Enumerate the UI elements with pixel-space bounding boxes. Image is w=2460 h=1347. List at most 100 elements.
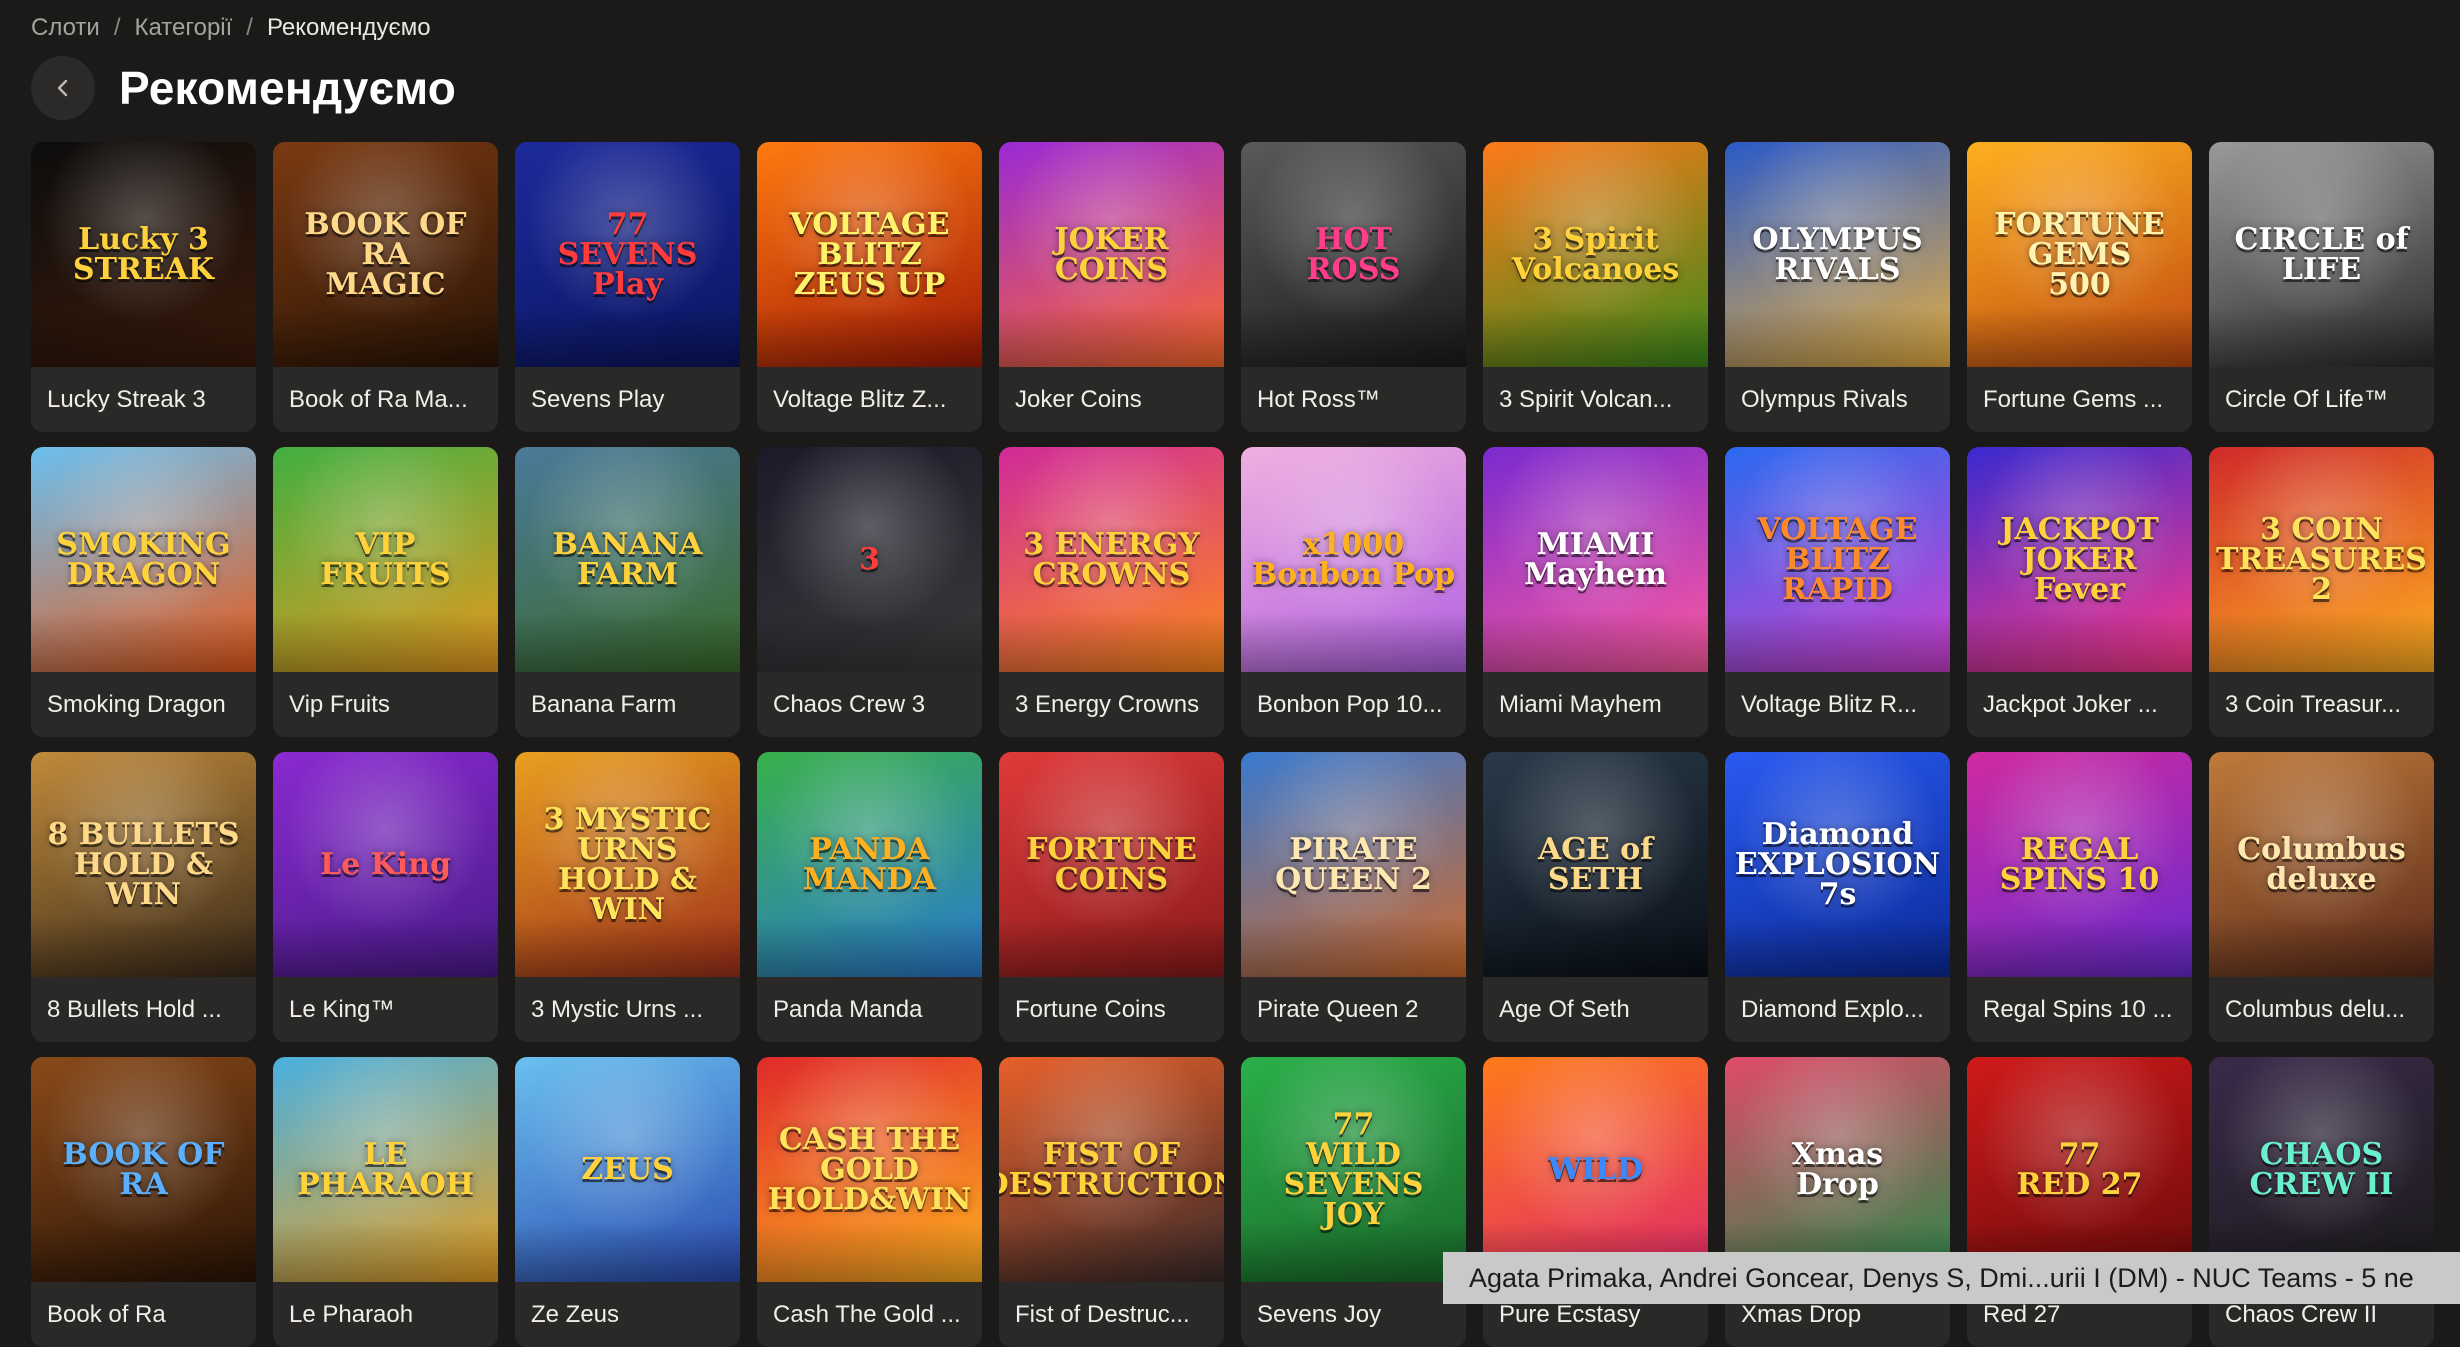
game-title: Cash The Gold ... [773, 1301, 961, 1328]
game-title: 3 Coin Treasur... [2225, 691, 2402, 718]
game-card[interactable]: 3 Spirit Volcanoes 3 Spirit Volcan... [1483, 142, 1708, 432]
game-thumbnail: BANANA FARM [515, 447, 740, 672]
game-title: 8 Bullets Hold ... [47, 996, 222, 1023]
game-title: Joker Coins [1015, 386, 1142, 413]
chevron-left-icon [57, 79, 68, 97]
game-card[interactable]: FORTUNE COINS Fortune Coins [999, 752, 1224, 1042]
game-card[interactable]: BOOK OF RA MAGIC Book of Ra Ma... [273, 142, 498, 432]
game-thumbnail: HOT ROSS [1241, 142, 1466, 367]
game-title: Olympus Rivals [1741, 386, 1908, 413]
game-logo: VOLTAGE BLITZ ZEUS UP [789, 206, 950, 302]
game-thumbnail: 77 SEVENS Play [515, 142, 740, 367]
game-title: Sevens Joy [1257, 1301, 1382, 1328]
game-title: Chaos Crew 3 [773, 691, 926, 718]
game-thumbnail: VIP FRUITS [273, 447, 498, 672]
game-logo: LE PHARAOH [297, 1136, 474, 1202]
game-card[interactable]: PIRATE QUEEN 2 Pirate Queen 2 [1241, 752, 1466, 1042]
game-card[interactable]: FIST OF DESTRUCTION Fist of Destruc... [999, 1057, 1224, 1347]
game-card[interactable]: AGE of SETH Age Of Seth [1483, 752, 1708, 1042]
game-card[interactable]: VOLTAGE BLITZ ZEUS UP Voltage Blitz Z... [757, 142, 982, 432]
game-card[interactable]: 3 MYSTIC URNS HOLD & WIN 3 Mystic Urns ..… [515, 752, 740, 1042]
game-card[interactable]: PANDA MANDA Panda Manda [757, 752, 982, 1042]
game-logo: PIRATE QUEEN 2 [1275, 831, 1432, 897]
game-thumbnail: FORTUNE GEMS 500 [1967, 142, 2192, 367]
game-card[interactable]: Le King Le King™ [273, 752, 498, 1042]
game-card[interactable]: JACKPOT JOKER Fever Jackpot Joker ... [1967, 447, 2192, 737]
game-thumbnail: CASH THE GOLD HOLD&WIN [757, 1057, 982, 1282]
game-title: Lucky Streak 3 [47, 386, 206, 413]
game-logo: REGAL SPINS 10 [1999, 831, 2160, 897]
game-card[interactable]: LE PHARAOH Le Pharaoh [273, 1057, 498, 1347]
game-card[interactable]: Columbus deluxe Columbus delu... [2209, 752, 2434, 1042]
game-card[interactable]: 77 SEVENS Play Sevens Play [515, 142, 740, 432]
game-logo: HOT ROSS [1306, 221, 1401, 287]
game-logo: SMOKING DRAGON [56, 526, 231, 592]
game-card[interactable]: 77 WILD SEVENS JOY Sevens Joy [1241, 1057, 1466, 1347]
game-card[interactable]: FORTUNE GEMS 500 Fortune Gems ... [1967, 142, 2192, 432]
game-logo: FORTUNE COINS [1026, 831, 1197, 897]
game-thumbnail: OLYMPUS RIVALS [1725, 142, 1950, 367]
game-card[interactable]: 8 BULLETS HOLD & WIN 8 Bullets Hold ... [31, 752, 256, 1042]
game-logo: CHAOS CREW II [2249, 1136, 2394, 1202]
game-thumbnail: AGE of SETH [1483, 752, 1708, 977]
game-logo: JACKPOT JOKER Fever [2000, 511, 2159, 607]
game-card[interactable]: ZEUS Ze Zeus [515, 1057, 740, 1347]
breadcrumb-link-categories[interactable]: Категорії [135, 14, 233, 42]
game-thumbnail: Xmas Drop [1725, 1057, 1950, 1282]
game-logo: WILD [1548, 1151, 1643, 1187]
game-card[interactable]: Diamond EXPLOSION 7s Diamond Explo... [1725, 752, 1950, 1042]
breadcrumb-link-slots[interactable]: Слоти [31, 14, 100, 42]
game-title: Regal Spins 10 ... [1983, 996, 2173, 1023]
game-logo: BOOK OF RA MAGIC [304, 206, 467, 302]
game-logo: VOLTAGE BLITZ RAPID [1757, 511, 1918, 607]
game-thumbnail: 8 BULLETS HOLD & WIN [31, 752, 256, 977]
game-thumbnail: BOOK OF RA MAGIC [273, 142, 498, 367]
game-title: Panda Manda [773, 996, 923, 1023]
game-card[interactable]: BOOK OF RA Book of Ra [31, 1057, 256, 1347]
game-logo: MIAMI Mayhem [1524, 526, 1667, 592]
game-card[interactable]: HOT ROSS Hot Ross™ [1241, 142, 1466, 432]
game-title: Miami Mayhem [1499, 691, 1662, 718]
game-thumbnail: Diamond EXPLOSION 7s [1725, 752, 1950, 977]
game-logo: Xmas Drop [1791, 1136, 1884, 1202]
game-thumbnail: 3 MYSTIC URNS HOLD & WIN [515, 752, 740, 977]
game-thumbnail: ZEUS [515, 1057, 740, 1282]
game-card[interactable]: SMOKING DRAGON Smoking Dragon [31, 447, 256, 737]
game-thumbnail: FORTUNE COINS [999, 752, 1224, 977]
game-card[interactable]: CASH THE GOLD HOLD&WIN Cash The Gold ... [757, 1057, 982, 1347]
game-thumbnail: FIST OF DESTRUCTION [999, 1057, 1224, 1282]
game-title: Sevens Play [531, 386, 665, 413]
game-logo: CIRCLE of LIFE [2234, 221, 2409, 287]
game-thumbnail: REGAL SPINS 10 [1967, 752, 2192, 977]
game-thumbnail: 77 WILD SEVENS JOY [1241, 1057, 1466, 1282]
game-card[interactable]: OLYMPUS RIVALS Olympus Rivals [1725, 142, 1950, 432]
game-card[interactable]: CIRCLE of LIFE Circle Of Life™ [2209, 142, 2434, 432]
game-title: Jackpot Joker ... [1983, 691, 2158, 718]
game-title: Banana Farm [531, 691, 677, 718]
game-thumbnail: PANDA MANDA [757, 752, 982, 977]
game-logo: ZEUS [581, 1151, 674, 1187]
game-card[interactable]: Lucky 3 STREAK Lucky Streak 3 [31, 142, 256, 432]
game-logo: 8 BULLETS HOLD & WIN [47, 816, 240, 912]
game-card[interactable]: VIP FRUITS Vip Fruits [273, 447, 498, 737]
game-thumbnail: 3 COIN TREASURES 2 [2209, 447, 2434, 672]
game-logo: AGE of SETH [1537, 831, 1654, 897]
game-card[interactable]: VOLTAGE BLITZ RAPID Voltage Blitz R... [1725, 447, 1950, 737]
game-thumbnail: JOKER COINS [999, 142, 1224, 367]
game-card[interactable]: REGAL SPINS 10 Regal Spins 10 ... [1967, 752, 2192, 1042]
game-thumbnail: CHAOS CREW II [2209, 1057, 2434, 1282]
game-card[interactable]: MIAMI Mayhem Miami Mayhem [1483, 447, 1708, 737]
back-button[interactable] [31, 56, 95, 120]
game-thumbnail: VOLTAGE BLITZ ZEUS UP [757, 142, 982, 367]
game-card[interactable]: 3 COIN TREASURES 2 3 Coin Treasur... [2209, 447, 2434, 737]
game-card[interactable]: JOKER COINS Joker Coins [999, 142, 1224, 432]
game-card[interactable]: BANANA FARM Banana Farm [515, 447, 740, 737]
notification-tooltip: Agata Primaka, Andrei Goncear, Denys S, … [1443, 1252, 2460, 1304]
game-card[interactable]: 3 Chaos Crew 3 [757, 447, 982, 737]
game-title: Book of Ra Ma... [289, 386, 468, 413]
game-thumbnail: 3 [757, 447, 982, 672]
game-card[interactable]: 3 ENERGY CROWNS 3 Energy Crowns [999, 447, 1224, 737]
game-card[interactable]: x1000 Bonbon Pop Bonbon Pop 10... [1241, 447, 1466, 737]
game-title: Voltage Blitz R... [1741, 691, 1918, 718]
game-logo: 3 MYSTIC URNS HOLD & WIN [543, 801, 712, 927]
